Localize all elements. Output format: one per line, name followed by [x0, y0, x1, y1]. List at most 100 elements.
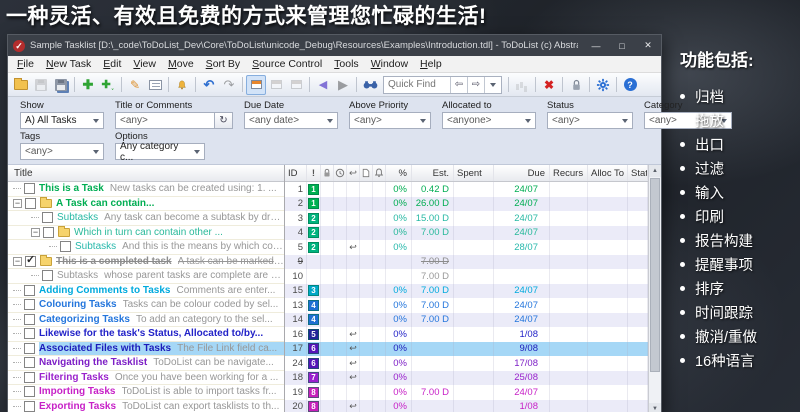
task-grid-row[interactable]: 18 7 ↩ 0% 25/08 — [285, 370, 648, 385]
close-button[interactable]: ✕ — [635, 35, 661, 56]
task-checkbox[interactable]: ✓ — [24, 342, 35, 354]
clock-column-icon[interactable] — [334, 165, 347, 181]
task-checkbox[interactable]: ✓ — [24, 371, 35, 383]
task-checkbox[interactable]: ✓ — [24, 328, 35, 340]
task-grid-row[interactable]: 9 ↩ 7.00 D — [285, 254, 648, 269]
menu-item[interactable]: Help — [414, 57, 448, 71]
delete-task-button[interactable]: ✖ — [539, 75, 559, 95]
help-button[interactable]: ? — [620, 75, 640, 95]
task-row[interactable]: − ✓ Exporting Tasks ToDoList can export … — [8, 400, 284, 412]
title-column-header[interactable]: Title — [8, 165, 284, 182]
col-header-stat[interactable]: Stat — [628, 165, 648, 181]
task-grid-row[interactable]: 15 3 ↩ 0% 7.00 D 24/07 — [285, 283, 648, 298]
task-checkbox[interactable]: ✓ — [24, 400, 35, 412]
task-grid-row[interactable]: 17 6 ↩ 0% 9/08 — [285, 341, 648, 356]
maximize-comments-button[interactable] — [266, 75, 286, 95]
task-checkbox[interactable]: ✓ — [42, 212, 53, 224]
maximize-tasklist-button[interactable] — [246, 74, 266, 95]
task-checkbox[interactable]: ✓ — [43, 226, 54, 238]
menu-item[interactable]: Window — [365, 57, 414, 71]
task-checkbox[interactable]: ✓ — [42, 270, 53, 282]
menu-item[interactable]: File — [11, 57, 40, 71]
filter-allocated-select[interactable]: <anyone> — [442, 112, 536, 129]
filter-due-date-select[interactable]: <any date> — [244, 112, 338, 129]
task-row[interactable]: − ✓ A Task can contain... — [8, 196, 284, 211]
task-row[interactable]: − ✓ Importing Tasks ToDoList is able to … — [8, 385, 284, 400]
task-grid-row[interactable]: 10 ↩ 7.00 D — [285, 269, 648, 284]
redo-button[interactable]: ↷ — [219, 75, 239, 95]
task-row[interactable]: − ✓ Subtasks And this is the means by wh… — [8, 240, 284, 255]
new-subtask-button[interactable]: ✚˯ — [98, 75, 118, 95]
filter-title-options-button[interactable]: ↻ — [215, 112, 233, 129]
quick-find-input[interactable] — [384, 77, 450, 92]
col-header-due[interactable]: Due — [494, 165, 550, 181]
expand-toggle[interactable]: − — [13, 198, 22, 208]
task-checkbox[interactable]: ✓ — [24, 357, 35, 369]
menu-item[interactable]: Tools — [328, 57, 365, 71]
filter-priority-select[interactable]: <any> — [349, 112, 431, 129]
task-checkbox[interactable]: ✓ — [24, 183, 35, 195]
title-bar[interactable]: ✓ Sample Tasklist [D:\_code\ToDoList_Dev… — [8, 35, 661, 56]
menu-item[interactable]: View — [127, 57, 162, 71]
restore-view-button[interactable] — [286, 75, 306, 95]
col-header-est[interactable]: Est. — [412, 165, 454, 181]
task-grid-row[interactable]: 13 4 ↩ 0% 7.00 D 24/07 — [285, 298, 648, 313]
previous-task-button[interactable]: ◀ — [313, 75, 333, 95]
filter-options-select[interactable]: Any category c... — [115, 141, 205, 163]
menu-item[interactable]: Edit — [97, 57, 127, 71]
menu-item[interactable]: New Task — [40, 57, 97, 71]
scrollbar-thumb[interactable] — [650, 178, 660, 372]
col-header-alloc-to[interactable]: Alloc To — [588, 165, 628, 181]
task-grid-row[interactable]: 24 6 ↩ 0% 17/08 — [285, 356, 648, 371]
maximize-button[interactable]: □ — [609, 35, 635, 56]
task-grid-row[interactable]: 4 2 ↩ 0% 7.00 D 24/07 — [285, 225, 648, 240]
task-checkbox[interactable]: ✓ — [25, 255, 36, 267]
task-row[interactable]: − ✓ Filtering Tasks Once you have been w… — [8, 371, 284, 385]
minimize-button[interactable]: — — [583, 35, 609, 56]
recurrence-column-icon[interactable]: ↩ — [347, 165, 360, 181]
task-grid-row[interactable]: 16 5 ↩ 0% 1/08 — [285, 327, 648, 342]
task-checkbox[interactable]: ✓ — [24, 313, 35, 325]
task-row[interactable]: − ✓ This is a Task New tasks can be crea… — [8, 182, 284, 197]
scroll-down-arrow[interactable]: ▼ — [649, 403, 661, 412]
task-grid-row[interactable]: 5 2 ↩ 0% 28/07 — [285, 240, 648, 255]
vertical-scrollbar[interactable]: ▲ ▼ — [648, 165, 661, 412]
col-header-spent[interactable]: Spent — [454, 165, 494, 181]
edit-task-button[interactable]: ✎ — [125, 75, 145, 95]
preferences-button[interactable] — [593, 75, 613, 95]
save-button[interactable] — [31, 75, 51, 95]
task-row[interactable]: − ✓ Subtasks Any task can become a subta… — [8, 211, 284, 226]
task-row[interactable]: − ✓ Likewise for the task's Status, Allo… — [8, 327, 284, 342]
new-task-button[interactable]: ✚ — [78, 75, 98, 95]
task-checkbox[interactable]: ✓ — [60, 241, 71, 253]
expand-toggle[interactable]: − — [31, 227, 40, 237]
time-tracking-button[interactable] — [512, 75, 532, 95]
task-row[interactable]: − ✓ Adding Comments to Tasks Comments ar… — [8, 284, 284, 298]
reminder-button[interactable] — [172, 75, 192, 95]
task-row[interactable]: − ✓ Associated Files with Tasks The File… — [8, 341, 284, 356]
task-checkbox[interactable]: ✓ — [25, 197, 36, 209]
task-row[interactable]: − ✓ Categorizing Tasks To add an categor… — [8, 313, 284, 327]
menu-item[interactable]: Source Control — [246, 57, 328, 71]
quick-find-next-button[interactable]: ⇨ — [467, 76, 484, 93]
col-header-id[interactable]: ID — [285, 165, 307, 181]
task-grid-row[interactable]: 3 2 ↩ 0% 15.00 D 24/07 — [285, 211, 648, 226]
col-header-recurs[interactable]: Recurs — [550, 165, 588, 181]
task-checkbox[interactable]: ✓ — [24, 386, 35, 398]
task-checkbox[interactable]: ✓ — [24, 284, 35, 296]
task-grid-row[interactable]: 14 4 ↩ 0% 7.00 D 24/07 — [285, 312, 648, 327]
open-file-button[interactable] — [11, 75, 31, 95]
filter-title-input[interactable]: <any> — [115, 112, 215, 129]
edit-notes-button[interactable] — [145, 75, 165, 95]
filter-show-select[interactable]: A) All Tasks — [20, 112, 104, 129]
expand-toggle[interactable]: − — [13, 256, 22, 266]
undo-button[interactable]: ↶ — [199, 75, 219, 95]
task-row[interactable]: − ✓ Colouring Tasks Tasks can be colour … — [8, 298, 284, 313]
quick-find-dropdown-button[interactable] — [484, 76, 501, 93]
task-grid-row[interactable]: 2 1 ↩ 0% 26.00 D 24/07 — [285, 196, 648, 211]
save-all-button[interactable] — [51, 75, 71, 95]
reminder-column-icon[interactable] — [373, 165, 386, 181]
priority-column-icon[interactable]: ! — [307, 165, 321, 181]
quick-find-prev-button[interactable]: ⇦ — [450, 76, 467, 93]
find-tasks-button[interactable] — [360, 75, 380, 95]
